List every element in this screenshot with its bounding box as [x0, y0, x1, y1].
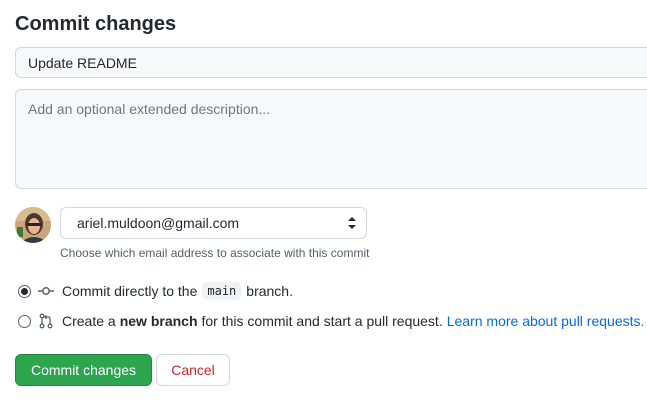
- email-select-value: ariel.muldoon@gmail.com: [77, 215, 240, 231]
- select-caret-icon: [348, 217, 356, 229]
- git-pull-request-icon: [39, 313, 53, 329]
- pull-request-help-link[interactable]: Learn more about pull requests.: [447, 313, 645, 329]
- commit-direct-option[interactable]: Commit directly to the main branch.: [18, 281, 293, 301]
- cancel-button[interactable]: Cancel: [156, 354, 230, 386]
- new-branch-radio[interactable]: [18, 314, 31, 328]
- branch-name: main: [202, 282, 242, 300]
- commit-direct-suffix: branch.: [246, 283, 293, 299]
- commit-direct-prefix: Commit directly to the: [62, 283, 198, 299]
- commit-direct-radio[interactable]: [18, 284, 31, 298]
- new-branch-prefix: Create a: [62, 313, 116, 329]
- git-commit-icon: [38, 287, 54, 295]
- user-avatar-icon: [15, 207, 51, 243]
- commit-summary-input[interactable]: [15, 47, 647, 78]
- new-branch-bold: new branch: [119, 313, 198, 329]
- commit-description-field[interactable]: Add an optional extended description...: [15, 89, 647, 189]
- page-title: Commit changes: [15, 13, 177, 35]
- email-hint: Choose which email address to associate …: [60, 246, 370, 260]
- description-placeholder: Add an optional extended description...: [28, 101, 271, 117]
- email-select[interactable]: ariel.muldoon@gmail.com: [60, 207, 367, 239]
- new-branch-suffix: for this commit and start a pull request…: [201, 313, 443, 329]
- avatar: [15, 207, 51, 243]
- new-branch-option[interactable]: Create a new branch for this commit and …: [18, 311, 644, 331]
- commit-changes-button[interactable]: Commit changes: [15, 354, 152, 386]
